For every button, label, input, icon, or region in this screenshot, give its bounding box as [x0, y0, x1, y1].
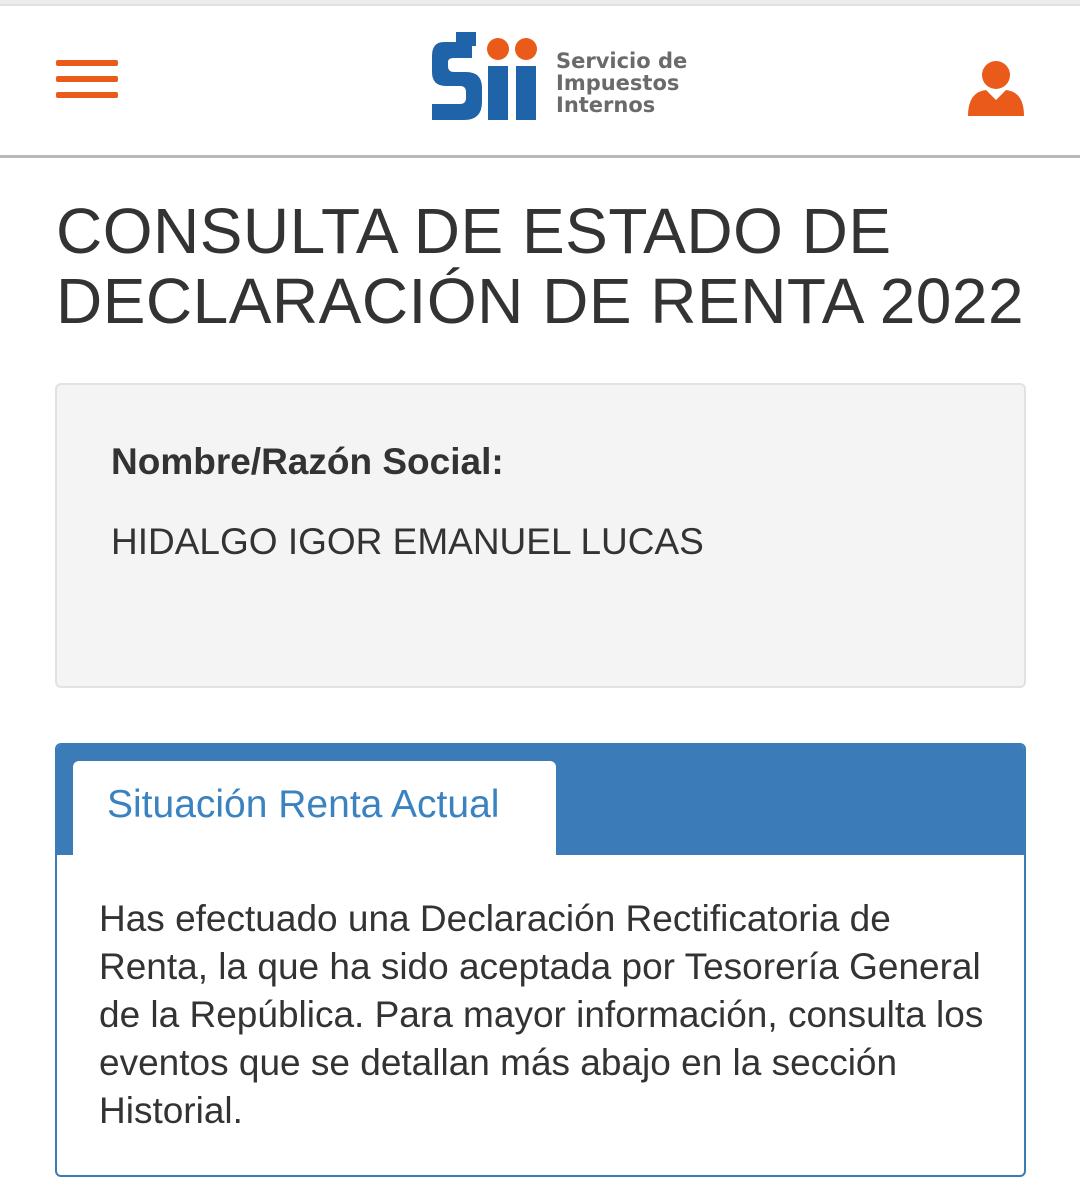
tab-situacion-renta-actual[interactable]: Situación Renta Actual	[73, 761, 556, 857]
sii-logo-mark	[432, 32, 537, 120]
logo-text-line: Internos	[556, 93, 656, 117]
user-icon-glyph	[968, 61, 1024, 116]
page-title: CONSULTA DE ESTADO DE DECLARACIÓN DE REN…	[56, 196, 1036, 336]
menu-line	[56, 92, 118, 98]
page-title-line: DECLARACIÓN DE RENTA 2022	[56, 265, 1025, 337]
user-icon[interactable]	[966, 58, 1026, 118]
tab-label: Situación Renta Actual	[107, 783, 500, 826]
hamburger-menu-icon[interactable]	[56, 56, 118, 104]
taxpayer-card: Nombre/Razón Social: HIDALGO IGOR EMANUE…	[55, 383, 1026, 688]
logo-text-line: Servicio de	[556, 49, 688, 73]
page-title-line: CONSULTA DE ESTADO DE	[56, 195, 892, 267]
menu-line	[56, 60, 118, 66]
logo-text: Servicio de Impuestos Internos	[556, 50, 696, 116]
sii-logo[interactable]: Servicio de Impuestos Internos	[430, 30, 690, 130]
menu-line	[56, 76, 118, 82]
taxpayer-name-value: HIDALGO IGOR EMANUEL LUCAS	[111, 521, 704, 562]
status-panel: Situación Renta Actual Has efectuado una…	[55, 743, 1026, 1177]
taxpayer-name-label: Nombre/Razón Social:	[111, 441, 504, 482]
status-message: Has efectuado una Declaración Rectificat…	[99, 898, 984, 1131]
site-header: Servicio de Impuestos Internos	[0, 6, 1080, 158]
logo-text-line: Impuestos	[556, 71, 680, 95]
